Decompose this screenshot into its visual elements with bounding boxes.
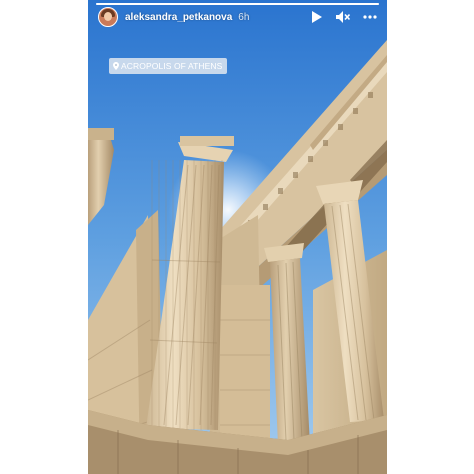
avatar[interactable] (98, 7, 118, 27)
story-progress-bar (96, 3, 379, 5)
story-controls (309, 10, 377, 24)
location-label: ACROPOLIS OF ATHENS (121, 61, 223, 71)
story-header: aleksandra_petkanova 6h (98, 6, 377, 28)
location-sticker[interactable]: ACROPOLIS OF ATHENS (109, 58, 228, 74)
timestamp: 6h (238, 11, 250, 23)
story-progress-fill (96, 3, 379, 5)
play-icon[interactable] (309, 10, 323, 24)
location-pin-icon (113, 62, 119, 70)
story-viewer[interactable]: aleksandra_petkanova 6h ACROPOLIS OF ATH… (88, 0, 387, 474)
more-options-icon[interactable] (363, 10, 377, 24)
speaker-muted-icon[interactable] (336, 10, 350, 24)
username[interactable]: aleksandra_petkanova (125, 12, 232, 23)
